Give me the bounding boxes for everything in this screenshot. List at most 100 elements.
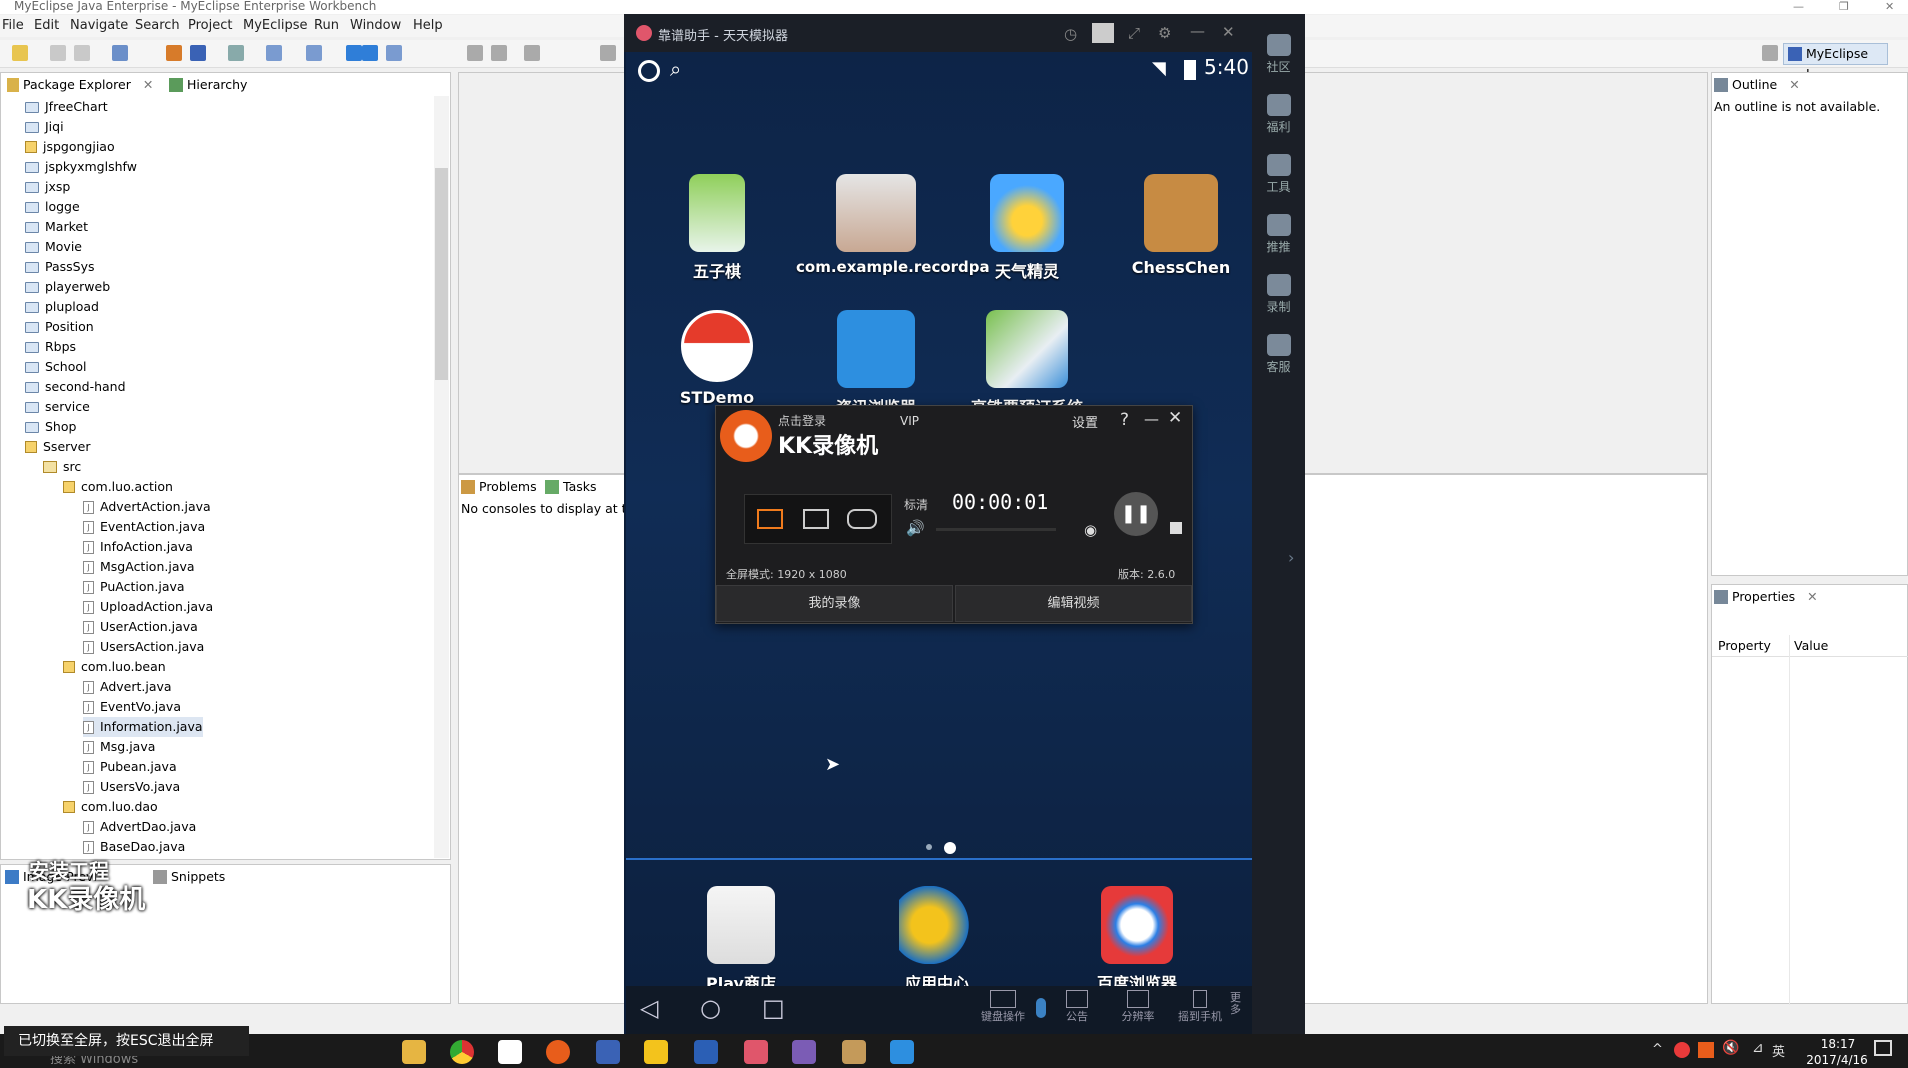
java-file-item[interactable]: J UsersVo.java — [83, 777, 180, 797]
kk-minimize-button[interactable]: — — [1144, 410, 1159, 428]
java-file-item[interactable]: J AdvertDao.java — [83, 817, 196, 837]
java-file-item[interactable]: J PuAction.java — [83, 577, 185, 597]
app-play-store[interactable]: Play商店 — [666, 886, 816, 994]
notice-button[interactable]: 公告 — [1052, 990, 1102, 1024]
resolution-button[interactable]: 分辨率 — [1110, 990, 1166, 1024]
tray-network-icon[interactable]: ⊿ — [1752, 1040, 1764, 1056]
pause-button[interactable]: ❚❚ — [1114, 492, 1158, 536]
game-icon[interactable] — [842, 1040, 866, 1064]
value-column-header[interactable]: Value — [1794, 638, 1828, 653]
game-mode-icon[interactable] — [847, 509, 877, 529]
java-file-item[interactable]: J InfoAction.java — [83, 537, 193, 557]
new-icon[interactable] — [12, 45, 28, 61]
menu-search[interactable]: Search — [135, 18, 180, 33]
quality-selector[interactable]: 标清 — [904, 496, 928, 513]
save-icon[interactable] — [50, 45, 66, 61]
project-item[interactable]: jxsp — [25, 177, 70, 197]
java-file-item[interactable]: J MsgAction.java — [83, 557, 195, 577]
debug-icon[interactable] — [306, 45, 322, 61]
kk-recorder-icon[interactable] — [546, 1040, 570, 1064]
qq-icon[interactable] — [498, 1040, 522, 1064]
myeclipse-taskbar-icon[interactable] — [596, 1040, 620, 1064]
open-perspective-icon[interactable] — [1762, 45, 1778, 61]
ime-indicator[interactable]: 英 — [1772, 1041, 1785, 1060]
package-item[interactable]: com.luo.bean — [63, 657, 166, 677]
tab-hierarchy[interactable]: Hierarchy — [169, 74, 247, 96]
close-button[interactable]: ✕ — [1885, 0, 1894, 13]
fullscreen-mode-icon[interactable] — [757, 509, 783, 529]
tab-tasks[interactable]: Tasks — [545, 476, 597, 498]
sidebar-community[interactable]: 社区 — [1252, 26, 1305, 86]
app-wuziqi[interactable]: 五子棋 — [642, 174, 792, 282]
project-item[interactable]: PassSys — [25, 257, 95, 277]
word-icon[interactable] — [694, 1040, 718, 1064]
scrollbar-thumb[interactable] — [435, 168, 448, 380]
shake-button[interactable]: 摇到手机 — [1172, 990, 1228, 1024]
file-explorer-icon[interactable] — [402, 1040, 426, 1064]
app-center-taskbar-icon[interactable] — [644, 1040, 668, 1064]
project-item[interactable]: Market — [25, 217, 88, 237]
stop-button[interactable] — [1170, 522, 1182, 534]
minimize-icon[interactable]: — — [1190, 22, 1205, 40]
tab-outline[interactable]: Outline ✕ — [1714, 74, 1800, 96]
server-icon[interactable] — [190, 45, 206, 61]
search-icon[interactable]: ⌕ — [670, 57, 681, 81]
back-icon[interactable] — [467, 45, 483, 61]
java-file-item[interactable]: J Msg.java — [83, 737, 155, 757]
menu-myeclipse[interactable]: MyEclipse — [243, 18, 308, 33]
java-file-item[interactable]: J UserAction.java — [83, 617, 198, 637]
package-item[interactable]: com.luo.dao — [63, 797, 158, 817]
clock-date[interactable]: 2017/4/16 — [1792, 1053, 1882, 1067]
kk-help-button[interactable]: ? — [1120, 410, 1129, 430]
project-item[interactable]: Shop — [25, 417, 76, 437]
chrome-icon[interactable] — [450, 1040, 474, 1064]
tab-problems[interactable]: Problems — [461, 476, 537, 498]
region-mode-icon[interactable] — [803, 509, 829, 529]
app-recordpa[interactable]: com.example.recordpa — [796, 174, 990, 276]
project-item[interactable]: logge — [25, 197, 80, 217]
project-item[interactable]: playerweb — [25, 277, 110, 297]
menu-file[interactable]: File — [2, 18, 24, 33]
vip-link[interactable]: VIP — [900, 414, 919, 428]
my-recordings-button[interactable]: 我的录像 — [716, 585, 953, 622]
java-file-item[interactable]: J AdvertAction.java — [83, 497, 211, 517]
app-center[interactable]: 应用中心 — [862, 886, 1012, 994]
menu-run[interactable]: Run — [314, 18, 339, 33]
emulator-taskbar-icon[interactable] — [744, 1040, 768, 1064]
menu-navigate[interactable]: Navigate — [70, 18, 128, 33]
action-center-icon[interactable] — [1874, 1040, 1892, 1056]
tab-snippets[interactable]: Snippets — [153, 866, 225, 888]
sidebar-service[interactable]: 客服 — [1252, 326, 1305, 386]
menu-edit[interactable]: Edit — [34, 18, 59, 33]
sidebar-welfare[interactable]: 福利 — [1252, 86, 1305, 146]
java-file-item[interactable]: J Information.java — [83, 717, 203, 737]
java-file-item[interactable]: J Advert.java — [83, 677, 172, 697]
globe-icon[interactable] — [362, 45, 378, 61]
sidebar-tuitui[interactable]: 推推 — [1252, 206, 1305, 266]
source-folder[interactable]: src — [43, 457, 81, 477]
menu-project[interactable]: Project — [188, 18, 232, 33]
project-item[interactable]: plupload — [25, 297, 99, 317]
tray-app-icon[interactable] — [1698, 1042, 1714, 1058]
java-file-item[interactable]: J Pubean.java — [83, 757, 177, 777]
browser-icon[interactable] — [346, 45, 362, 61]
menu-window[interactable]: Window — [350, 18, 401, 33]
project-item[interactable]: jspgongjiao — [25, 137, 115, 157]
maximize-button[interactable]: ❐ — [1839, 0, 1849, 13]
perspective-button[interactable]: MyEclipse J... — [1783, 43, 1888, 81]
settings-icon[interactable]: ⚙ — [1158, 24, 1171, 42]
app-baidu-browser[interactable]: 百度浏览器 — [1062, 886, 1212, 994]
tab-package-explorer[interactable]: Package Explorer ✕ — [5, 74, 154, 96]
tab-properties[interactable]: Properties ✕ — [1714, 586, 1818, 608]
back-icon[interactable]: ◁ — [640, 994, 658, 1022]
tray-antivirus-icon[interactable] — [1674, 1042, 1690, 1058]
project-item[interactable]: jspkyxmglshfw — [25, 157, 137, 177]
java-file-item[interactable]: J EventAction.java — [83, 517, 205, 537]
java-file-item[interactable]: J EventVo.java — [83, 697, 181, 717]
project-item[interactable]: Rbps — [25, 337, 76, 357]
fullscreen-icon[interactable]: ⤢ — [1128, 24, 1140, 42]
run-icon[interactable] — [266, 45, 282, 61]
clock-time[interactable]: 18:17 — [1808, 1037, 1868, 1051]
project-item[interactable]: second-hand — [25, 377, 126, 397]
pin-icon[interactable] — [1092, 23, 1114, 43]
